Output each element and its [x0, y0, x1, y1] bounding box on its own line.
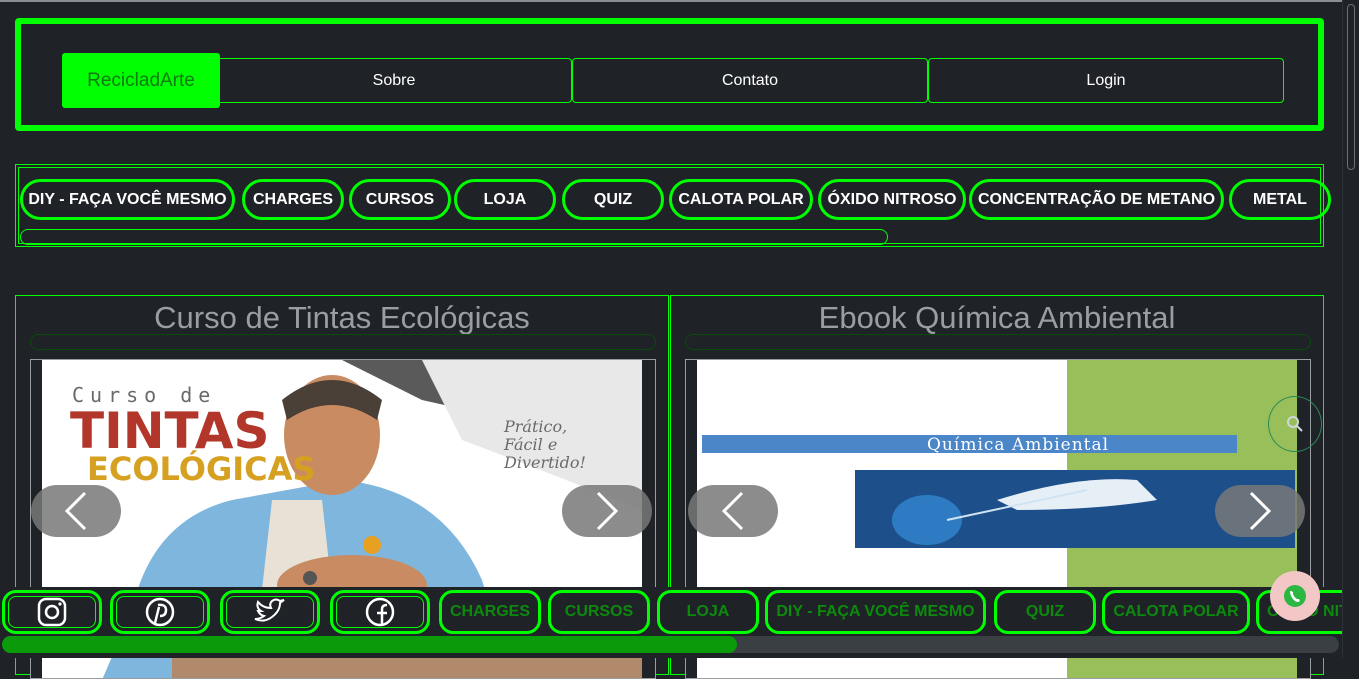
- pinterest-icon: [145, 597, 175, 627]
- whatsapp-button[interactable]: [1270, 571, 1320, 621]
- chevron-right-icon: [1249, 491, 1272, 531]
- magnifier-icon: [1287, 416, 1303, 432]
- footer-facebook-link[interactable]: [330, 590, 430, 634]
- facebook-icon: [365, 597, 395, 627]
- footer-cursos-link[interactable]: CURSOS: [548, 590, 650, 634]
- category-quiz[interactable]: QUIZ: [562, 179, 664, 220]
- category-diy[interactable]: DIY - FAÇA VOCÊ MESMO: [20, 179, 235, 220]
- page-scrollbar-thumb[interactable]: [1347, 4, 1355, 170]
- image-banner: Química Ambiental: [927, 435, 1109, 455]
- nav-sobre[interactable]: Sobre: [216, 58, 572, 103]
- footer-twitter-link[interactable]: [220, 590, 320, 634]
- nav-login[interactable]: Login: [928, 58, 1284, 103]
- footer-charges-link[interactable]: CHARGES: [439, 590, 541, 634]
- site-header: RecicladArte Sobre Contato Login: [15, 18, 1324, 131]
- image-tag3: Divertido!: [503, 453, 586, 472]
- footer-calota-polar-link[interactable]: CALOTA POLAR: [1102, 590, 1250, 634]
- card-title: Ebook Química Ambiental: [818, 300, 1176, 335]
- category-charges[interactable]: CHARGES: [242, 179, 344, 220]
- card-progress: [30, 334, 656, 350]
- nav-contato[interactable]: Contato: [572, 58, 928, 103]
- footer-scrollbar[interactable]: [2, 636, 1339, 653]
- image-tag2: Fácil e: [503, 435, 557, 454]
- category-bar: DIY - FAÇA VOCÊ MESMO CHARGES CURSOS LOJ…: [15, 164, 1331, 247]
- carousel-next-button[interactable]: [562, 485, 652, 537]
- category-scroller: DIY - FAÇA VOCÊ MESMO CHARGES CURSOS LOJ…: [18, 167, 1331, 245]
- zoom-button[interactable]: [1268, 396, 1322, 452]
- whatsapp-icon: [1284, 585, 1306, 607]
- footer-pinterest-link[interactable]: [110, 590, 210, 634]
- image-tag1: Prático,: [503, 417, 567, 436]
- page-scrollbar[interactable]: [1342, 0, 1359, 658]
- footer-link-bar: CHARGES CURSOS LOJA DIY - FAÇA VOCÊ MESM…: [0, 587, 1356, 658]
- chevron-left-icon: [64, 491, 87, 531]
- category-loja[interactable]: LOJA: [454, 179, 556, 220]
- footer-diy-link[interactable]: DIY - FAÇA VOCÊ MESMO: [765, 590, 986, 634]
- footer-quiz-link[interactable]: QUIZ: [994, 590, 1096, 634]
- category-calota-polar[interactable]: CALOTA POLAR: [669, 179, 813, 220]
- footer-loja-link[interactable]: LOJA: [657, 590, 759, 634]
- footer-scrollbar-thumb[interactable]: [2, 636, 737, 653]
- category-oxido-nitroso[interactable]: ÓXIDO NITROSO: [818, 179, 966, 220]
- category-scrollbar[interactable]: [20, 229, 888, 245]
- chevron-left-icon: [721, 491, 744, 531]
- category-metano[interactable]: CONCENTRAÇÃO DE METANO: [969, 179, 1224, 220]
- image-line3: ECOLÓGICAS: [87, 449, 315, 488]
- card-title: Curso de Tintas Ecológicas: [154, 300, 530, 335]
- carousel-prev-button[interactable]: [31, 485, 121, 537]
- category-cursos[interactable]: CURSOS: [349, 179, 451, 220]
- brand-logo-button[interactable]: RecicladArte: [62, 53, 220, 108]
- carousel-next-button[interactable]: [1215, 485, 1305, 537]
- instagram-icon: [37, 597, 67, 627]
- chevron-right-icon: [596, 491, 619, 531]
- window-top-edge: [0, 0, 1343, 2]
- category-metal[interactable]: METAL: [1229, 179, 1331, 220]
- twitter-icon: [254, 598, 285, 622]
- card-progress: [685, 334, 1311, 350]
- footer-instagram-link[interactable]: [2, 590, 102, 634]
- carousel-prev-button[interactable]: [688, 485, 778, 537]
